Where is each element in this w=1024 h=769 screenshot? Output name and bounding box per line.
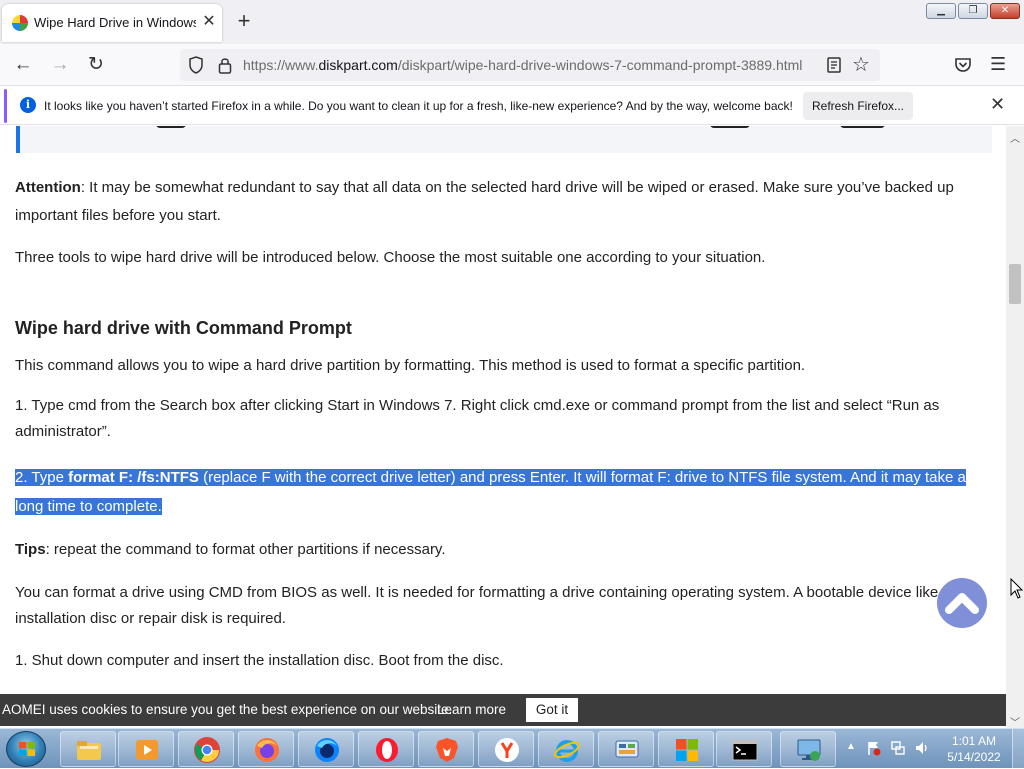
taskbar-windows-update[interactable] <box>658 731 714 767</box>
section-intro-paragraph: This command allows you to wipe a hard d… <box>15 357 806 374</box>
page-content: Attention: It may be somewhat redundant … <box>0 126 1006 726</box>
firefox-developer-icon <box>315 738 339 762</box>
notification-close-icon[interactable]: ✕ <box>990 94 1005 115</box>
network-tray-icon[interactable] <box>890 740 906 756</box>
cookie-message: AOMEI uses cookies to ensure you get the… <box>2 702 453 717</box>
taskbar-media-player[interactable] <box>118 731 174 767</box>
bios-step-1-paragraph: 1. Shut down computer and insert the ins… <box>15 652 504 669</box>
control-panel-icon <box>615 740 639 758</box>
intro-paragraph: Three tools to wipe hard drive will be i… <box>15 249 766 266</box>
forward-button[interactable]: → <box>47 53 73 77</box>
window-minimize-button[interactable]: ▁ <box>926 3 956 19</box>
internet-explorer-icon <box>554 740 580 762</box>
chevron-up-icon <box>945 593 979 614</box>
learn-more-link[interactable]: Learn more <box>437 702 506 717</box>
clock-date[interactable]: 5/14/2022 <box>946 750 1002 764</box>
previous-heading-fragment <box>16 126 992 153</box>
tab-title: Wipe Hard Drive in Windows 7 ( <box>34 15 196 30</box>
windows-taskbar: ▲ 1:01 AM 5/14/2022 <box>0 728 1024 769</box>
taskbar-yandex[interactable] <box>478 731 534 767</box>
media-player-icon <box>136 740 158 760</box>
tab-bar: Wipe Hard Drive in Windows 7 ( ✕ + ▁ ❐ ✕ <box>0 0 1024 44</box>
section-heading: Wipe hard drive with Command Prompt <box>15 318 352 338</box>
taskbar-brave[interactable] <box>418 731 474 767</box>
format-command-text: format F: /fs:NTFS <box>68 469 199 486</box>
url-scheme: https://www. <box>243 57 319 73</box>
scroll-down-arrow-icon[interactable]: ﹀ <box>1010 714 1020 729</box>
scrollbar-thumb[interactable] <box>1009 264 1021 304</box>
cookie-banner: AOMEI uses cookies to ensure you get the… <box>0 694 1006 726</box>
navigation-toolbar: ← → ↻ https://www.diskpart.com/diskpart/… <box>0 44 1024 86</box>
taskbar-internet-explorer[interactable] <box>538 731 594 767</box>
scroll-to-top-button[interactable] <box>937 578 987 628</box>
lock-icon[interactable] <box>218 56 232 74</box>
attention-text: : It may be somewhat redundant to say th… <box>15 179 954 224</box>
reload-button[interactable]: ↻ <box>83 53 109 77</box>
back-button[interactable]: ← <box>10 53 36 77</box>
taskbar-control-panel[interactable] <box>598 731 654 767</box>
url-text[interactable]: https://www.diskpart.com/diskpart/wipe-h… <box>243 57 802 73</box>
windows-flag-icon <box>676 739 698 761</box>
show-desktop-button[interactable] <box>1012 729 1024 769</box>
network-monitor-icon <box>797 739 821 761</box>
show-hidden-icons-icon[interactable]: ▲ <box>846 741 856 752</box>
step-2-paragraph: 2. Type format F: /fs:NTFS (replace F wi… <box>15 463 990 521</box>
firefox-icon <box>255 738 279 762</box>
taskbar-firefox[interactable] <box>238 731 294 767</box>
opera-icon <box>376 738 398 762</box>
tips-paragraph: Tips: repeat the command to format other… <box>15 536 990 564</box>
taskbar-network-center[interactable] <box>780 731 836 767</box>
attention-paragraph: Attention: It may be somewhat redundant … <box>15 174 990 230</box>
app-menu-icon[interactable]: ☰ <box>990 54 1006 75</box>
step-2-prefix: 2. Type <box>15 469 69 486</box>
windows-logo-icon <box>19 742 35 756</box>
action-center-flag-icon[interactable] <box>866 740 882 756</box>
got-it-button[interactable]: Got it <box>526 698 578 722</box>
reader-view-icon[interactable] <box>826 56 842 74</box>
new-tab-button[interactable]: + <box>232 10 256 34</box>
notification-accent <box>4 89 7 123</box>
site-favicon-icon <box>12 15 28 31</box>
tracking-shield-icon[interactable] <box>188 56 204 74</box>
start-button[interactable] <box>6 731 46 767</box>
tab-close-icon[interactable]: ✕ <box>200 13 218 31</box>
command-prompt-icon <box>732 739 758 761</box>
taskbar-command-prompt[interactable] <box>716 731 772 767</box>
step-1-paragraph: 1. Type cmd from the Search box after cl… <box>15 397 940 440</box>
url-path: /diskpart/wipe-hard-drive-windows-7-comm… <box>397 57 803 73</box>
attention-label: Attention <box>15 179 81 196</box>
window-restore-button[interactable]: ❐ <box>958 3 988 19</box>
window-close-button[interactable]: ✕ <box>990 3 1020 19</box>
chrome-icon <box>194 737 220 763</box>
refresh-firefox-button[interactable]: Refresh Firefox... <box>803 92 913 120</box>
taskbar-file-explorer[interactable] <box>60 731 116 767</box>
clock-time[interactable]: 1:01 AM <box>946 734 1002 748</box>
volume-icon[interactable] <box>914 740 930 756</box>
brave-icon <box>436 738 458 762</box>
info-icon: i <box>20 97 36 113</box>
mouse-cursor-icon <box>1010 578 1024 599</box>
url-host: diskpart.com <box>318 57 398 73</box>
folder-icon <box>77 741 101 760</box>
tips-text: : repeat the command to format other par… <box>45 541 446 558</box>
taskbar-chrome[interactable] <box>178 731 234 767</box>
tips-label: Tips <box>15 541 46 558</box>
yandex-browser-icon <box>495 738 519 762</box>
address-bar[interactable]: https://www.diskpart.com/diskpart/wipe-h… <box>180 49 880 81</box>
pocket-icon[interactable] <box>954 56 972 74</box>
page-scrollbar[interactable]: ︿ ﹀ <box>1006 126 1024 729</box>
notification-bar: i It looks like you haven’t started Fire… <box>0 87 1024 125</box>
scroll-up-arrow-icon[interactable]: ︿ <box>1010 130 1020 145</box>
browser-tab[interactable]: Wipe Hard Drive in Windows 7 ( ✕ <box>2 4 222 42</box>
bookmark-star-icon[interactable]: ☆ <box>852 52 870 77</box>
notification-message: It looks like you haven’t started Firefo… <box>44 99 793 113</box>
taskbar-firefox-developer[interactable] <box>298 731 354 767</box>
taskbar-opera[interactable] <box>358 731 414 767</box>
bios-paragraph: You can format a drive using CMD from BI… <box>15 584 939 627</box>
